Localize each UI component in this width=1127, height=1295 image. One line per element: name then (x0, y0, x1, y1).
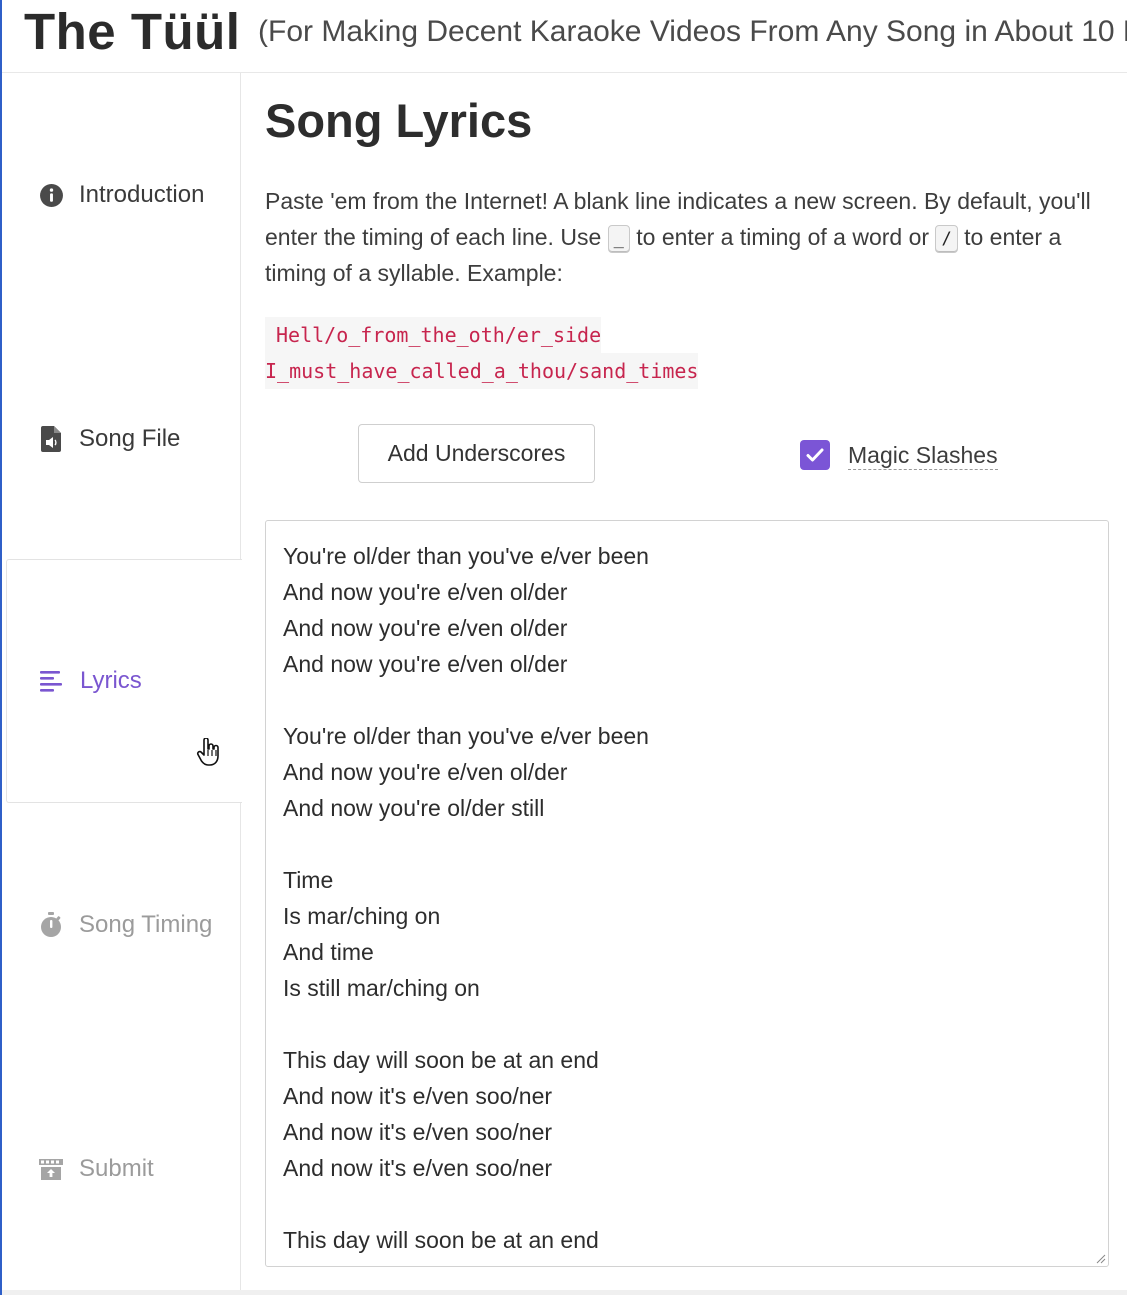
resize-grip-icon[interactable] (1094, 1252, 1106, 1264)
main-content: Song Lyrics Paste 'em from the Internet!… (265, 73, 1115, 1295)
audio-file-icon (38, 426, 64, 452)
app-header: The Tüül (For Making Decent Karaoke Vide… (2, 0, 1127, 73)
sidebar-item-lyrics[interactable]: Lyrics (6, 559, 242, 803)
app-subtitle: (For Making Decent Karaoke Videos From A… (258, 15, 1127, 48)
slash-key: / (935, 225, 958, 253)
sidebar-item-submit[interactable]: Submit (6, 1047, 240, 1291)
page-title: Song Lyrics (265, 94, 533, 147)
sidebar-item-song-file[interactable]: Song File (6, 317, 240, 561)
sidebar-item-label: Song Timing (79, 911, 213, 938)
sidebar-item-label: Submit (79, 1155, 154, 1182)
sidebar-item-label: Song File (79, 425, 181, 452)
sidebar-item-introduction[interactable]: Introduction (6, 73, 240, 317)
instructions-text: Paste 'em from the Internet! A blank lin… (265, 183, 1110, 291)
add-underscores-button[interactable]: Add Underscores (358, 424, 595, 483)
underscore-key: _ (607, 225, 630, 253)
magic-slashes-label: Magic Slashes (848, 441, 998, 470)
sidebar-item-song-timing[interactable]: Song Timing (6, 803, 240, 1047)
film-upload-icon (38, 1156, 64, 1182)
sidebar-nav: Introduction Song File Lyrics Song Timin… (2, 73, 242, 1295)
bottom-divider (2, 1290, 1127, 1295)
lyrics-textarea[interactable]: You're ol/der than you've e/ver been And… (265, 520, 1109, 1267)
info-circle-icon (38, 182, 64, 208)
magic-slashes-toggle[interactable]: Magic Slashes (800, 439, 998, 471)
instructions-part: to enter a timing of a word or (629, 224, 936, 250)
stopwatch-icon (38, 912, 64, 938)
hand-cursor-icon (196, 738, 219, 766)
sidebar-item-label: Introduction (79, 181, 205, 208)
example-code: Hell/o_from_the_oth/er_side I_must_have_… (265, 317, 699, 389)
checkmark-icon (806, 448, 824, 462)
app-title: The Tüül (24, 3, 241, 60)
magic-slashes-checkbox[interactable] (800, 440, 830, 470)
align-left-icon (39, 668, 65, 694)
sidebar-item-label: Lyrics (80, 667, 142, 694)
example-line: Hell/o_from_the_oth/er_side (265, 317, 602, 353)
example-line: I_must_have_called_a_thou/sand_times (265, 353, 699, 389)
lyrics-text[interactable]: You're ol/der than you've e/ver been And… (283, 538, 649, 1258)
